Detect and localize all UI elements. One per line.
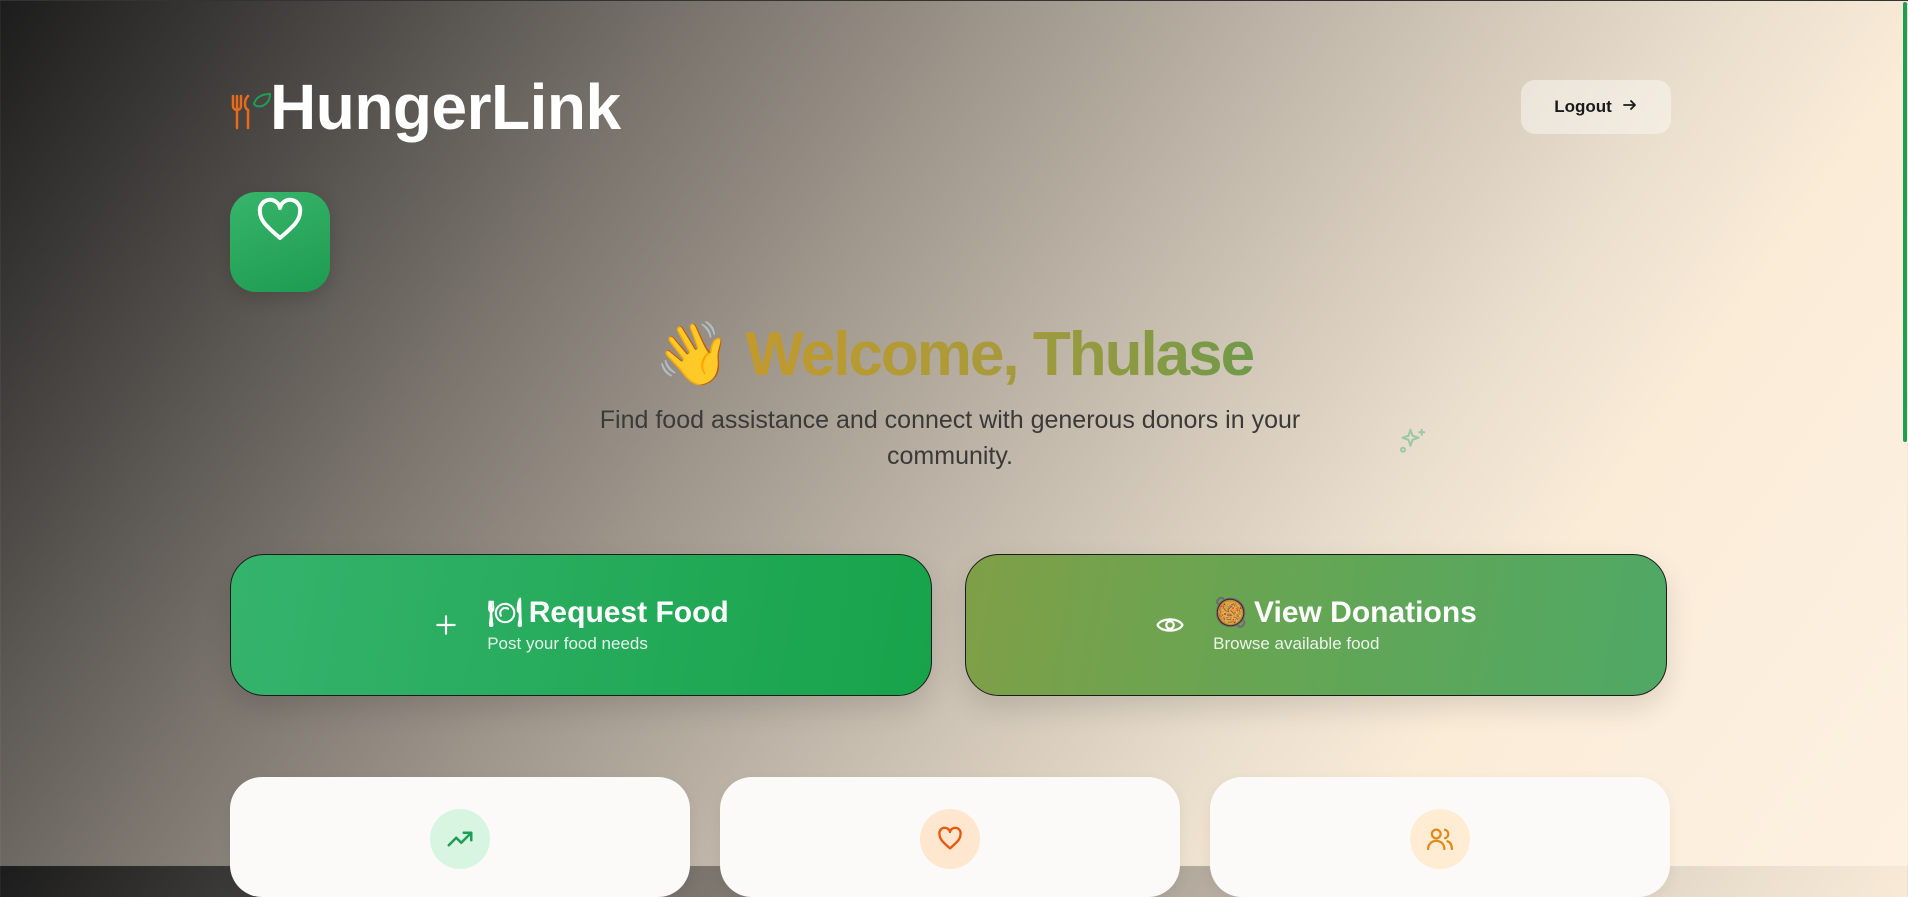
utensils-leaf-icon	[230, 82, 272, 132]
welcome-subtitle: Find food assistance and connect with ge…	[599, 406, 1301, 470]
view-donations-title: 🥘 View Donations	[1213, 596, 1477, 629]
food-pan-icon: 🥘	[1213, 597, 1249, 628]
heart-icon	[920, 809, 980, 869]
sparkles-icon	[1398, 426, 1428, 461]
request-food-button[interactable]: 🍽 Request Food Post your food needs	[230, 554, 932, 696]
view-donations-subtitle: Browse available food	[1213, 634, 1380, 653]
request-food-subtitle: Post your food needs	[487, 634, 648, 653]
welcome-text: Welcome, Thulase	[745, 320, 1255, 389]
waving-hand-icon: 👋	[654, 320, 732, 389]
view-donations-button[interactable]: 🥘 View Donations Browse available food	[965, 554, 1667, 696]
window-top-border	[0, 0, 1908, 1]
stat-card-community	[1210, 777, 1670, 897]
stat-card-impact	[230, 777, 690, 897]
stat-card-donations	[720, 777, 1180, 897]
users-icon	[1410, 809, 1470, 869]
plate-utensils-icon: 🍽	[487, 597, 523, 628]
plus-icon	[433, 612, 459, 638]
eye-icon	[1155, 610, 1185, 640]
heart-icon	[257, 197, 303, 240]
request-food-title: 🍽 Request Food	[487, 596, 729, 629]
welcome-heading: 👋 Welcome, Thulase	[0, 318, 1908, 391]
app-logo[interactable]: HungerLink	[230, 70, 621, 144]
heart-badge	[230, 192, 330, 292]
logout-label: Logout	[1554, 97, 1612, 116]
logout-button[interactable]: Logout	[1521, 80, 1671, 134]
trending-up-icon	[430, 809, 490, 869]
app-name: HungerLink	[270, 71, 621, 143]
arrow-right-icon	[1622, 97, 1638, 118]
scrollbar[interactable]	[1902, 0, 1908, 866]
